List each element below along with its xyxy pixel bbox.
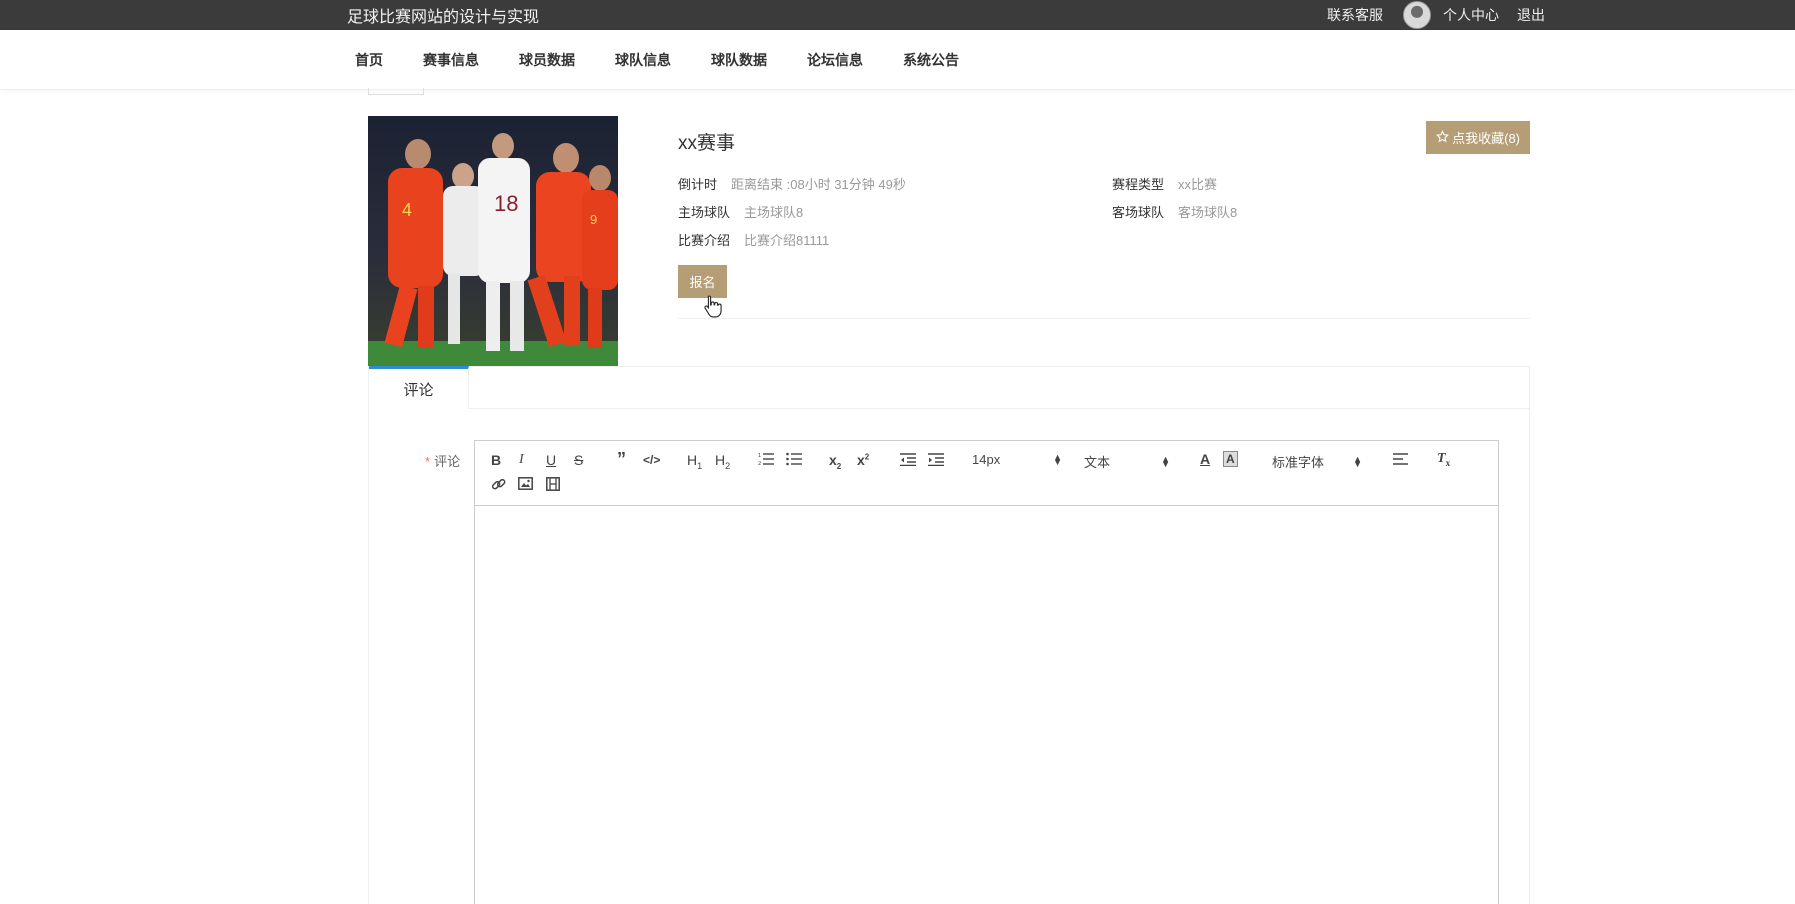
- site-title: 足球比赛网站的设计与实现: [347, 9, 540, 26]
- font-size-value: 14px: [972, 452, 1001, 467]
- blockquote-icon[interactable]: ”: [617, 449, 626, 470]
- svg-text:4: 4: [402, 200, 412, 220]
- svg-text:18: 18: [494, 191, 518, 216]
- nav-item-player-data[interactable]: 球员数据: [519, 50, 575, 70]
- nav-item-events[interactable]: 赛事信息: [423, 50, 479, 70]
- countdown-row: 倒计时 距离结束 :08小时 31分钟 49秒: [678, 174, 906, 193]
- nav-item-forum[interactable]: 论坛信息: [807, 50, 863, 70]
- header-1-icon[interactable]: H1: [687, 452, 702, 471]
- svg-text:9: 9: [590, 212, 597, 227]
- select-arrows-icon: ▲ ▼: [1353, 453, 1362, 469]
- font-family-select[interactable]: 标准字体 ▲ ▼: [1272, 452, 1362, 471]
- outdent-icon[interactable]: [900, 453, 916, 469]
- font-size-select[interactable]: 14px ▲ ▼: [972, 452, 1062, 467]
- hand-cursor-icon: [704, 294, 722, 323]
- event-info: xx赛事 点我收藏(8) 倒计时 距离结束 :08小时 31分钟 49秒 赛程类…: [678, 116, 1530, 319]
- video-icon[interactable]: [546, 477, 560, 494]
- select-arrows-icon: ▲ ▼: [1053, 451, 1062, 467]
- strike-icon[interactable]: S: [574, 452, 583, 468]
- comment-editor-content[interactable]: [475, 506, 1498, 904]
- top-bar: 足球比赛网站的设计与实现 联系客服 个人中心 退出: [0, 0, 1795, 30]
- bullet-list-icon[interactable]: [786, 452, 802, 469]
- rich-text-editor: B I U S ” </> H1 H2 12 x2 x2 14px ▲ ▼ 文本…: [474, 440, 1499, 904]
- away-team-label: 客场球队: [1112, 205, 1165, 220]
- bold-icon[interactable]: B: [491, 452, 501, 468]
- header-select[interactable]: 文本 ▲ ▼: [1084, 452, 1170, 471]
- editor-toolbar: B I U S ” </> H1 H2 12 x2 x2 14px ▲ ▼ 文本…: [475, 441, 1498, 506]
- nav-item-team-data[interactable]: 球队数据: [711, 50, 767, 70]
- svg-text:1: 1: [758, 453, 761, 459]
- favorite-label: 点我收藏(8): [1452, 131, 1520, 146]
- comments-panel: 评论 * 评论 B I U S ” </> H1 H2 12 x2 x2 14p…: [368, 366, 1530, 904]
- nav-item-announcements[interactable]: 系统公告: [903, 50, 959, 70]
- logout-link[interactable]: 退出: [1517, 5, 1545, 25]
- code-block-icon[interactable]: </>: [643, 453, 660, 467]
- align-icon[interactable]: [1393, 453, 1408, 469]
- home-team-value: 主场球队8: [744, 205, 804, 220]
- star-icon: [1436, 129, 1450, 146]
- header-select-value: 文本: [1084, 455, 1111, 470]
- header-2-icon[interactable]: H2: [715, 452, 730, 471]
- intro-row: 比赛介绍 比赛介绍81111: [678, 230, 829, 249]
- image-icon[interactable]: [518, 477, 533, 493]
- svg-text:2: 2: [758, 461, 761, 466]
- away-team-value: 客场球队8: [1178, 205, 1238, 220]
- comments-tabbar: 评论: [369, 366, 1529, 409]
- comment-label-text: 评论: [434, 454, 461, 469]
- schedule-type-label: 赛程类型: [1112, 177, 1165, 192]
- comment-field-label: * 评论: [425, 451, 460, 470]
- clear-format-icon[interactable]: Tx: [1437, 451, 1450, 468]
- link-icon[interactable]: [491, 477, 506, 495]
- indent-icon[interactable]: [928, 453, 944, 469]
- home-team-label: 主场球队: [678, 205, 731, 220]
- countdown-label: 倒计时: [678, 177, 718, 192]
- event-cover-image: 18 4 9: [368, 116, 618, 366]
- avatar[interactable]: [1403, 1, 1431, 29]
- contact-link[interactable]: 联系客服: [1327, 5, 1383, 25]
- background-color-icon[interactable]: A: [1223, 451, 1238, 467]
- top-right-links: 联系客服 个人中心 退出: [1309, 0, 1545, 30]
- nav-item-team-info[interactable]: 球队信息: [615, 50, 671, 70]
- ordered-list-icon[interactable]: 12: [758, 452, 774, 469]
- font-family-value: 标准字体: [1272, 455, 1325, 470]
- event-title: xx赛事: [678, 133, 736, 154]
- intro-value: 比赛介绍81111: [744, 233, 830, 248]
- nav-item-home[interactable]: 首页: [355, 50, 383, 70]
- tab-comments[interactable]: 评论: [369, 366, 469, 409]
- select-arrows-icon: ▲ ▼: [1161, 453, 1170, 469]
- main-nav: 首页 赛事信息 球员数据 球队信息 球队数据 论坛信息 系统公告: [0, 30, 1795, 90]
- font-color-icon[interactable]: A: [1200, 451, 1210, 467]
- away-team-row: 客场球队 客场球队8: [1112, 202, 1237, 221]
- breadcrumb-tab-stub: [368, 88, 424, 95]
- countdown-value: 距离结束 :08小时 31分钟 49秒: [731, 177, 906, 192]
- subscript-icon[interactable]: x2: [829, 452, 841, 471]
- personal-center-link[interactable]: 个人中心: [1443, 5, 1499, 25]
- required-mark: *: [425, 454, 431, 469]
- schedule-type-value: xx比赛: [1178, 177, 1218, 192]
- underline-icon[interactable]: U: [546, 452, 556, 468]
- intro-label: 比赛介绍: [678, 233, 731, 248]
- italic-icon[interactable]: I: [519, 452, 524, 468]
- schedule-type-row: 赛程类型 xx比赛: [1112, 174, 1217, 193]
- superscript-icon[interactable]: x2: [857, 452, 869, 468]
- home-team-row: 主场球队 主场球队8: [678, 202, 803, 221]
- favorite-button[interactable]: 点我收藏(8): [1426, 121, 1530, 154]
